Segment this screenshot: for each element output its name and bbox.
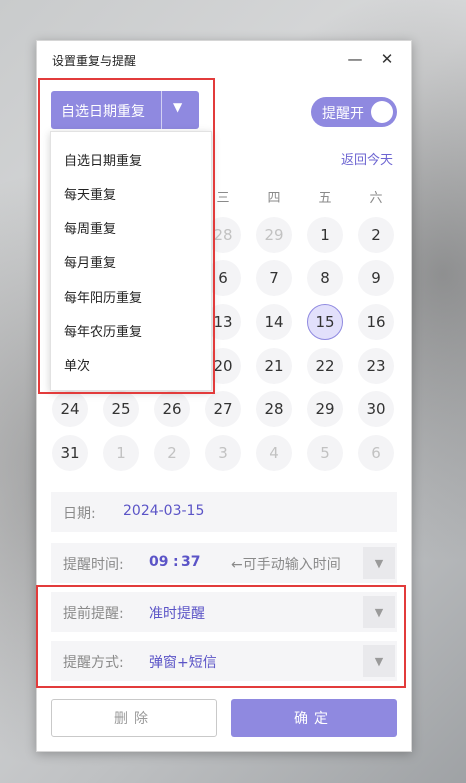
- calendar-day[interactable]: 27: [205, 391, 241, 427]
- date-label: 日期:: [63, 506, 96, 522]
- close-icon: ✕: [380, 50, 394, 68]
- calendar-day[interactable]: 1: [103, 435, 139, 471]
- weekday-label: 五: [318, 191, 332, 206]
- calendar-day[interactable]: 4: [256, 435, 292, 471]
- time-input-hint: ←可手动输入时间: [231, 557, 341, 573]
- calendar-day[interactable]: 21: [256, 348, 292, 384]
- calendar-day[interactable]: 14: [256, 304, 292, 340]
- calendar-day[interactable]: 15: [307, 304, 343, 340]
- reminder-toggle-label: 提醒开: [322, 106, 364, 122]
- calendar-day[interactable]: 29: [307, 391, 343, 427]
- highlight-box-repeat: [38, 78, 215, 394]
- calendar-day[interactable]: 25: [103, 391, 139, 427]
- calendar-day[interactable]: 29: [256, 217, 292, 253]
- calendar-day[interactable]: 22: [307, 348, 343, 384]
- calendar-day[interactable]: 24: [52, 391, 88, 427]
- weekday-label: 四: [267, 191, 281, 206]
- calendar-day[interactable]: 7: [256, 260, 292, 296]
- calendar-day[interactable]: 3: [205, 435, 241, 471]
- time-minute-input[interactable]: 37: [181, 554, 200, 570]
- calendar-day[interactable]: 2: [154, 435, 190, 471]
- close-button[interactable]: ✕: [375, 47, 399, 71]
- reminder-time-label: 提醒时间:: [63, 557, 124, 573]
- calendar-day[interactable]: 28: [256, 391, 292, 427]
- minimize-button[interactable]: —: [343, 47, 367, 71]
- calendar-day[interactable]: 31: [52, 435, 88, 471]
- calendar-day[interactable]: 30: [358, 391, 394, 427]
- minimize-icon: —: [347, 50, 363, 68]
- calendar-day[interactable]: 9: [358, 260, 394, 296]
- toggle-knob: [371, 101, 393, 123]
- caret-down-icon: ▼: [374, 556, 384, 570]
- calendar-day[interactable]: 6: [358, 435, 394, 471]
- weekday-label: 六: [369, 191, 383, 206]
- title-bar: 设置重复与提醒 — ✕: [37, 41, 411, 79]
- calendar-day[interactable]: 1: [307, 217, 343, 253]
- reminder-toggle[interactable]: 提醒开: [311, 97, 397, 127]
- calendar-day[interactable]: 23: [358, 348, 394, 384]
- calendar-day[interactable]: 2: [358, 217, 394, 253]
- dialog-title: 设置重复与提醒: [52, 54, 137, 68]
- calendar-day[interactable]: 8: [307, 260, 343, 296]
- time-colon: :: [173, 554, 179, 570]
- reminder-time-field: 提醒时间: 09 : 37 ←可手动输入时间 ▼: [51, 543, 397, 583]
- calendar-day[interactable]: 16: [358, 304, 394, 340]
- back-to-today-link[interactable]: 返回今天: [341, 149, 393, 168]
- calendar-day[interactable]: 26: [154, 391, 190, 427]
- calendar-day[interactable]: 5: [307, 435, 343, 471]
- confirm-button[interactable]: 确定: [231, 699, 397, 737]
- delete-button[interactable]: 删除: [51, 699, 217, 737]
- time-dropdown-button[interactable]: ▼: [363, 547, 395, 579]
- date-value: 2024-03-15: [123, 503, 205, 519]
- time-hour-input[interactable]: 09: [149, 554, 168, 570]
- date-field: 日期: 2024-03-15: [51, 492, 397, 532]
- highlight-box-reminder: [36, 585, 406, 688]
